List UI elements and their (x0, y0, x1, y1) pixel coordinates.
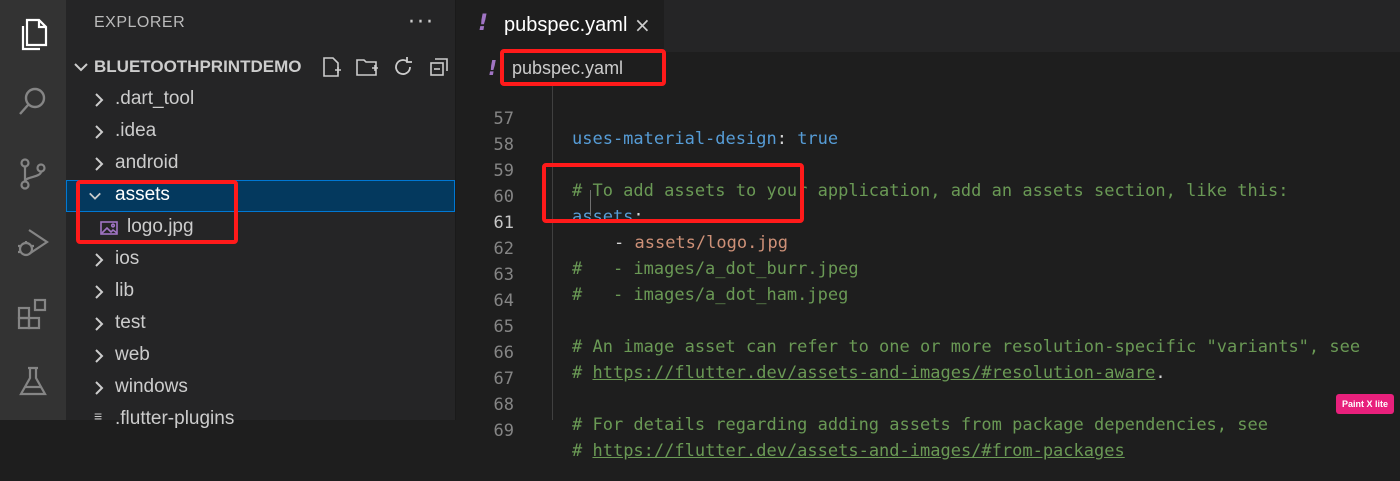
yaml-file-icon: ! (478, 11, 489, 36)
code-line-65[interactable]: 65 # An image asset can refer to one or … (456, 297, 1400, 357)
tab-strip: ! pubspec.yaml × (456, 0, 1400, 53)
tree-item-label: windows (115, 376, 188, 397)
new-folder-icon[interactable] (354, 54, 380, 80)
code-line-58[interactable]: 58 (456, 115, 1400, 155)
chevron-down-icon (74, 63, 88, 72)
refresh-icon[interactable] (390, 54, 416, 80)
highlight-box-assets (76, 180, 238, 244)
code-line-57[interactable]: 57 uses-material-design: true (456, 89, 1400, 149)
tree-item-dart-tool[interactable]: .dart_tool (66, 84, 455, 116)
editor: ! pubspec.yaml × ! pubspec.yaml 57 uses-… (456, 0, 1400, 461)
yaml-comment: # (572, 441, 593, 461)
code-line-69[interactable]: 69 # https://flutter.dev/assets-and-imag… (456, 401, 1400, 461)
tree-item-test[interactable]: test (66, 308, 455, 340)
code-line-64[interactable]: 64 (456, 271, 1400, 311)
code-line-66[interactable]: 66 # https://flutter.dev/assets-and-imag… (456, 323, 1400, 383)
tab-pubspec-yaml[interactable]: ! pubspec.yaml × (456, 0, 664, 53)
project-actions (318, 54, 452, 82)
tree-item-lib[interactable]: lib (66, 276, 455, 308)
comment-link[interactable]: https://flutter.dev/assets-and-images/#f… (592, 441, 1124, 461)
chevron-right-icon (95, 349, 104, 363)
testing-flask-icon[interactable] (0, 352, 66, 412)
run-debug-icon[interactable] (0, 212, 66, 272)
tree-item-android[interactable]: android (66, 148, 455, 180)
activity-bar (0, 0, 66, 420)
chevron-right-icon (95, 157, 104, 171)
chevron-right-icon (95, 285, 104, 299)
extensions-icon[interactable] (0, 284, 66, 344)
line-number: 69 (493, 421, 514, 441)
project-name: BLUETOOTHPRINTDEMO (94, 57, 302, 76)
explorer-title: EXPLORER (94, 14, 186, 31)
tree-item-label: web (115, 344, 150, 365)
tree-item-idea[interactable]: .idea (66, 116, 455, 148)
code-line-67[interactable]: 67 (456, 349, 1400, 389)
source-control-icon[interactable] (0, 144, 66, 204)
tree-item-label: lib (115, 280, 135, 301)
tree-item-web[interactable]: web (66, 340, 455, 372)
search-icon[interactable] (0, 72, 66, 132)
tree-item-label: .idea (115, 120, 157, 141)
tree-item-flutter-plugins[interactable]: ≡ .flutter-plugins (66, 404, 455, 436)
tree-item-label: .flutter-plugins (115, 408, 235, 429)
code-line-63[interactable]: 63 # - images/a_dot_ham.jpeg (456, 245, 1400, 305)
collapse-all-icon[interactable] (426, 54, 452, 80)
new-file-icon[interactable] (318, 54, 344, 80)
explorer-icon[interactable] (0, 4, 66, 64)
code-line-68[interactable]: 68 # For details regarding adding assets… (456, 375, 1400, 435)
highlight-box-code (542, 163, 804, 223)
yaml-file-icon: ! (488, 56, 498, 80)
tab-label: pubspec.yaml (504, 14, 628, 36)
chevron-right-icon (95, 253, 104, 267)
chevron-right-icon (95, 317, 104, 331)
watermark-badge: Paint X lite (1336, 394, 1394, 414)
tree-item-label: ios (115, 248, 140, 269)
tree-item-label: android (115, 152, 179, 173)
highlight-box-breadcrumb (500, 49, 666, 86)
tree-item-ios[interactable]: ios (66, 244, 455, 276)
tree-item-label: test (115, 312, 146, 333)
chevron-right-icon (95, 125, 104, 139)
chevron-right-icon (95, 93, 104, 107)
project-folder-row[interactable]: BLUETOOTHPRINTDEMO (66, 54, 455, 82)
tree-item-label: .dart_tool (115, 88, 195, 109)
file-lines-icon: ≡ (94, 408, 103, 424)
close-icon[interactable]: × (634, 13, 651, 37)
explorer-sidebar: EXPLORER ··· BLUETOOTHPRINTDEMO .dart_to… (66, 0, 456, 429)
chevron-right-icon (95, 381, 104, 395)
more-actions-icon[interactable]: ··· (408, 10, 435, 35)
tree-item-windows[interactable]: windows (66, 372, 455, 404)
